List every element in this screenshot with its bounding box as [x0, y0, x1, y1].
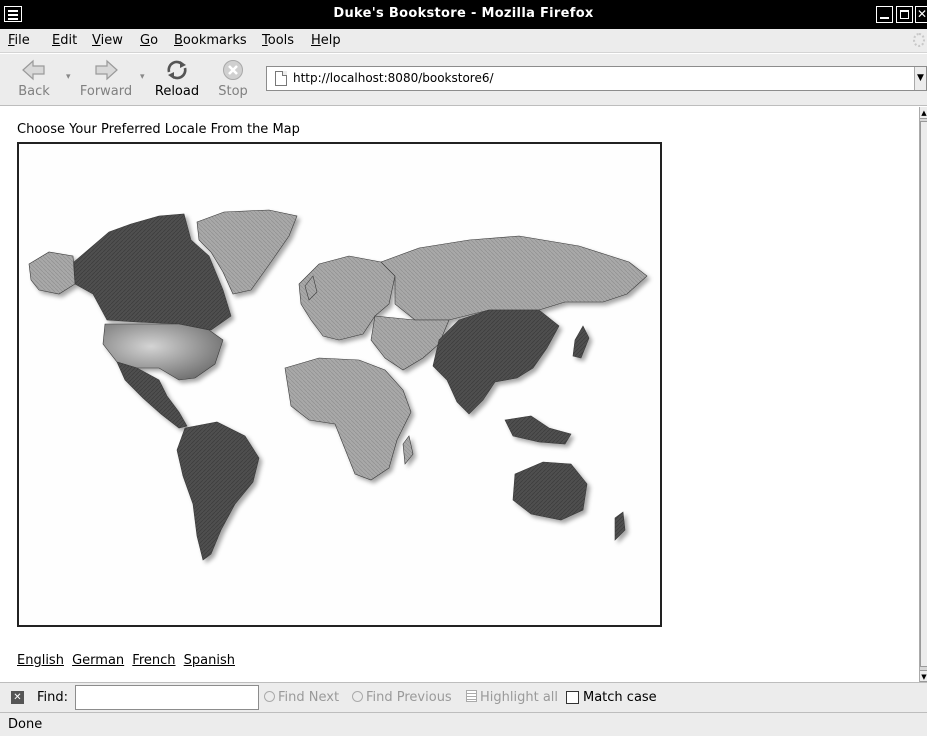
- map-africa: [284, 357, 412, 481]
- locale-link-german[interactable]: German: [72, 653, 124, 668]
- reload-label: Reload: [154, 84, 200, 99]
- match-case-label[interactable]: Match case: [583, 690, 657, 705]
- scroll-thumb[interactable]: [920, 121, 927, 667]
- find-input[interactable]: [75, 685, 259, 710]
- forward-dropdown-icon[interactable]: ▾: [140, 72, 145, 82]
- locale-links: English German French Spanish: [17, 653, 239, 668]
- map-madagascar: [402, 435, 414, 465]
- map-alaska: [28, 251, 76, 295]
- status-text: Done: [8, 717, 43, 732]
- throbber-icon: [913, 33, 925, 47]
- menu-label-rest: iew: [100, 33, 123, 48]
- menu-bookmarks[interactable]: Bookmarks: [174, 33, 247, 48]
- menu-label-rest: ile: [14, 33, 30, 48]
- find-next-icon: [264, 691, 275, 702]
- forward-label: Forward: [79, 84, 133, 99]
- locale-link-spanish[interactable]: Spanish: [184, 653, 235, 668]
- highlight-icon: [466, 690, 477, 702]
- back-dropdown-icon[interactable]: ▾: [66, 72, 71, 82]
- highlight-all-button[interactable]: Highlight all: [466, 690, 558, 705]
- map-japan: [572, 325, 590, 359]
- window-title-bar: Duke's Bookstore - Mozilla Firefox: [0, 0, 927, 29]
- status-bar: Done: [0, 712, 927, 736]
- menu-accelerator: G: [140, 33, 151, 48]
- find-previous-icon: [352, 691, 363, 702]
- map-australia: [512, 461, 588, 521]
- highlight-all-label: Highlight all: [480, 690, 559, 705]
- menu-accelerator: B: [174, 33, 183, 48]
- close-window-icon[interactable]: [915, 6, 927, 23]
- navigation-toolbar: Back ▾ Forward ▾ Reload Stop http://loca…: [0, 54, 927, 106]
- menu-label-rest: dit: [60, 33, 78, 48]
- maximize-icon[interactable]: [896, 6, 913, 23]
- stop-label: Stop: [218, 84, 248, 99]
- menu-bar: File Edit View Go Bookmarks Tools Help: [0, 29, 927, 53]
- menu-help[interactable]: Help: [311, 33, 341, 48]
- menu-label-rest: ookmarks: [182, 33, 247, 48]
- forward-arrow-icon: [95, 59, 118, 81]
- back-label: Back: [18, 84, 50, 99]
- back-arrow-icon: [22, 59, 45, 81]
- map-new-zealand: [614, 511, 626, 541]
- menu-label-rest: elp: [320, 33, 341, 48]
- address-bar[interactable]: http://localhost:8080/bookstore6/ ▼: [266, 66, 927, 91]
- address-url[interactable]: http://localhost:8080/bookstore6/: [293, 71, 494, 85]
- menu-accelerator: H: [311, 33, 321, 48]
- menu-accelerator: V: [92, 33, 101, 48]
- menu-view[interactable]: View: [92, 33, 123, 48]
- url-dropdown-icon[interactable]: ▼: [914, 67, 926, 90]
- stop-icon: [223, 60, 243, 80]
- locale-link-english[interactable]: English: [17, 653, 64, 668]
- scroll-up-icon[interactable]: ▲: [920, 107, 927, 119]
- back-button[interactable]: Back: [10, 54, 58, 104]
- close-find-bar-icon[interactable]: ✕: [11, 691, 24, 704]
- window-title: Duke's Bookstore - Mozilla Firefox: [333, 6, 594, 21]
- find-previous-button[interactable]: Find Previous: [352, 690, 452, 705]
- match-case-checkbox[interactable]: [566, 691, 579, 704]
- reload-icon: [167, 60, 187, 80]
- find-previous-label: Find Previous: [366, 690, 452, 705]
- menu-tools[interactable]: Tools: [262, 33, 294, 48]
- stop-button[interactable]: Stop: [214, 54, 252, 104]
- page-heading: Choose Your Preferred Locale From the Ma…: [17, 122, 300, 137]
- find-bar: ✕ Find: Find Next Find Previous Highligh…: [0, 682, 927, 712]
- find-label: Find:: [37, 690, 69, 705]
- find-next-label: Find Next: [278, 690, 340, 705]
- page-content: Choose Your Preferred Locale From the Ma…: [0, 107, 919, 682]
- vertical-scrollbar[interactable]: ▲ ▼: [919, 107, 927, 682]
- reload-button[interactable]: Reload: [152, 54, 202, 104]
- find-next-button[interactable]: Find Next: [264, 690, 339, 705]
- menu-label-rest: ools: [267, 33, 295, 48]
- menu-accelerator: E: [52, 33, 61, 48]
- map-china: [432, 309, 560, 415]
- minimize-icon[interactable]: [876, 6, 893, 23]
- world-map-image: [28, 209, 648, 561]
- page-icon: [275, 71, 287, 86]
- locale-map[interactable]: [17, 142, 662, 627]
- menu-edit[interactable]: Edit: [52, 33, 77, 48]
- map-southeast-asia: [504, 415, 572, 445]
- menu-file[interactable]: File: [8, 33, 30, 48]
- map-russia: [380, 235, 648, 321]
- forward-button[interactable]: Forward: [78, 54, 134, 104]
- map-south-america: [176, 421, 260, 561]
- locale-link-french[interactable]: French: [132, 653, 175, 668]
- menu-go[interactable]: Go: [140, 33, 158, 48]
- menu-label-rest: o: [150, 33, 159, 48]
- scroll-down-icon[interactable]: ▼: [920, 670, 927, 682]
